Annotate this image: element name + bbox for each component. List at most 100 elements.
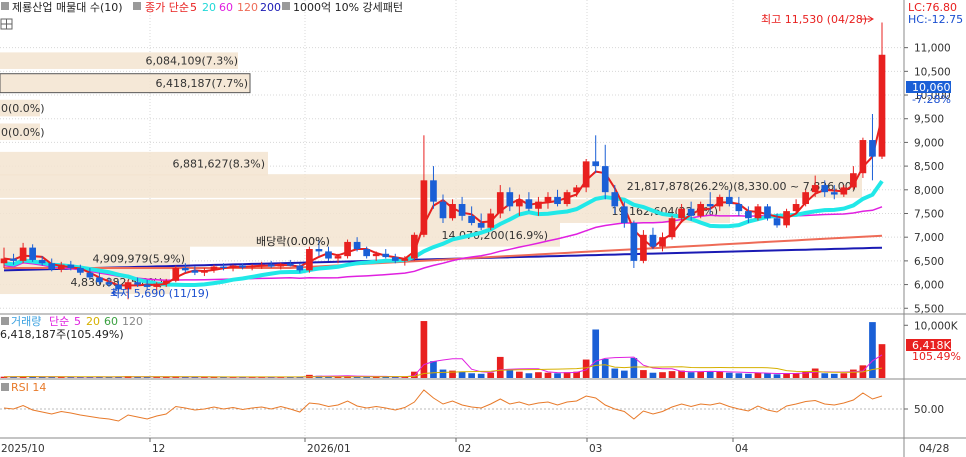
y-tick-label: 6,000: [914, 280, 944, 292]
y-tick-label: 10,500: [914, 66, 951, 78]
candle-body: [48, 263, 56, 270]
legend-ma20: 20: [202, 1, 216, 14]
candle-body: [267, 264, 275, 267]
volume-bar: [544, 372, 552, 378]
candle-body: [57, 264, 65, 270]
candle-body: [67, 264, 75, 268]
candle-body: [10, 258, 17, 261]
volume-marker-pct: 105.49%: [912, 350, 961, 363]
volume-bar: [516, 371, 523, 378]
volume-bar: [506, 369, 514, 378]
x-tick-label: 2025/10: [1, 443, 45, 455]
volume-bar: [802, 371, 809, 378]
legend-square-icon: [133, 2, 141, 10]
candle-body: [506, 192, 514, 207]
volume-legend-last: 6,418,187주(105.49%): [0, 328, 124, 341]
y-tick-label: 8,000: [914, 185, 944, 197]
candle-body: [525, 199, 533, 209]
candle-body: [258, 264, 266, 266]
candle-body: [850, 173, 857, 188]
x-tick-label: 03: [589, 443, 602, 455]
candle-body: [210, 266, 218, 271]
x-tick-label: 04: [735, 443, 749, 455]
legend-square-icon: [1, 383, 9, 391]
candle-body: [792, 204, 800, 212]
volume-bar: [850, 369, 857, 378]
candle-body: [277, 263, 285, 267]
candle-body: [401, 258, 409, 261]
candle-body: [535, 201, 542, 209]
volume-bar: [716, 371, 724, 378]
volume-bar: [745, 373, 752, 378]
volume-bar: [649, 372, 657, 378]
candle-body: [468, 215, 475, 223]
volume-bar: [697, 371, 705, 378]
candle-body: [859, 140, 867, 174]
candle-body: [430, 180, 437, 202]
candle-body: [77, 267, 84, 273]
volume-profile-label: 6,881,627(8.3%): [172, 158, 265, 171]
candle-body: [86, 272, 94, 278]
candle-body: [172, 267, 180, 281]
legend-title: 제룡산업 매물대 수(10): [12, 1, 123, 14]
candle-body: [38, 259, 46, 264]
volume-bar: [640, 370, 647, 378]
volume-bar: [659, 372, 666, 378]
high-annotation: 최고 11,530 (04/28): [761, 13, 874, 26]
candle-body: [716, 196, 724, 207]
volume-bar: [601, 359, 609, 378]
volume-bar: [821, 373, 829, 378]
volume-bar: [592, 329, 600, 378]
volume-bar: [420, 321, 428, 378]
candle-body: [630, 222, 638, 261]
x-tick-label: 2026/01: [307, 443, 351, 455]
candle-body: [391, 257, 399, 261]
volume-bar: [525, 373, 533, 378]
candle-body: [420, 180, 428, 235]
candle-body: [439, 201, 447, 219]
volume-bar: [458, 371, 466, 378]
candle-body: [363, 249, 370, 257]
rsi-legend-title: RSI 14: [11, 381, 46, 394]
volume-bar: [878, 344, 886, 378]
volume-bar: [725, 372, 733, 378]
candle-body: [296, 265, 304, 271]
candle-body: [773, 218, 781, 226]
y-tick-label: 7,500: [914, 208, 944, 220]
volume-bar: [496, 356, 504, 378]
candle-body: [325, 251, 332, 259]
candle-body: [582, 161, 590, 188]
candle-body: [29, 247, 36, 260]
low-annotation: 최저 5,690 (11/19): [110, 287, 209, 300]
volume-profile-label: 0(0.0%): [1, 102, 45, 115]
legend-ma60: 60: [219, 1, 233, 14]
volume-legend-ma120: 120: [122, 315, 143, 328]
candle-body: [563, 192, 571, 205]
volume-legend-ma60: 60: [104, 315, 118, 328]
volume-legend-ma-label: 단순: [49, 315, 69, 328]
candle-body: [640, 234, 647, 261]
candle-body: [840, 187, 848, 195]
volume-bar: [773, 374, 781, 378]
candle-body: [306, 249, 313, 271]
candle-body: [659, 237, 666, 247]
volume-bar: [630, 357, 638, 378]
volume-bar: [611, 368, 619, 378]
candle-body: [649, 234, 657, 247]
volume-bar: [754, 372, 762, 378]
top-right-readout: LC:76.80 HC:-12.75: [908, 1, 963, 26]
candle-body: [706, 204, 714, 207]
volume-bar: [554, 373, 561, 378]
candle-body: [487, 213, 495, 228]
volume-profile-label: 4,909,979(5.9%): [92, 253, 185, 266]
x-tick-label: 04/28: [919, 443, 949, 455]
volume-bar: [430, 361, 437, 378]
candle-body: [382, 253, 390, 258]
volume-bar: [468, 373, 475, 378]
candle-body: [105, 282, 113, 285]
volume-profile-label: 6,084,109(7.3%): [145, 55, 238, 68]
candle-body: [678, 208, 685, 219]
candle-body: [411, 234, 418, 259]
candle-body: [220, 266, 227, 268]
hc-readout: HC:-12.75: [908, 13, 963, 26]
